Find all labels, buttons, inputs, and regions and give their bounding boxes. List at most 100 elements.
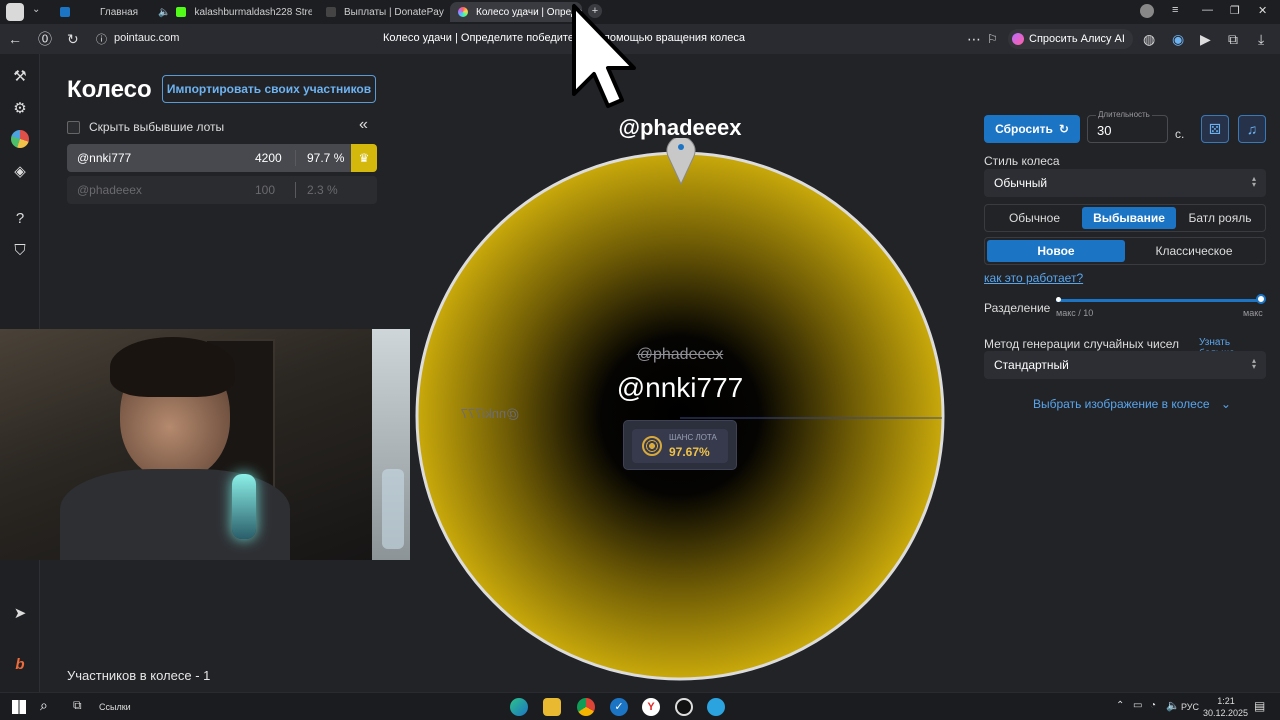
split-max-label: макс: [1243, 308, 1263, 318]
lot-name: @phadeeex: [77, 183, 142, 197]
collapse-panel-icon[interactable]: «: [359, 116, 368, 134]
center-current-name: @nnki777: [616, 372, 744, 403]
file-explorer-icon[interactable]: [543, 698, 561, 716]
tab-label: Главная: [100, 6, 139, 18]
dice-button[interactable]: ⚄: [1201, 115, 1229, 143]
tab-list-chevron-icon[interactable]: ⌄: [32, 4, 40, 15]
choose-image-toggle[interactable]: Выбрать изображение в колесе ⌄: [1033, 397, 1231, 411]
windows-start-icon[interactable]: [12, 700, 26, 714]
layers-icon[interactable]: ◈: [10, 162, 30, 182]
yandex-browser-icon[interactable]: Y: [642, 698, 660, 716]
volume-icon[interactable]: 🔈: [1166, 699, 1180, 712]
obs-icon[interactable]: [675, 698, 693, 716]
hide-eliminated-toggle[interactable]: Скрыть выбывшие лоты: [67, 120, 224, 134]
close-window-icon[interactable]: ✕: [1258, 4, 1267, 17]
variant-classic[interactable]: Классическое: [1125, 240, 1263, 262]
chrome-icon[interactable]: [577, 698, 595, 716]
tab-home[interactable]: Главная: [52, 2, 144, 22]
lot-name: @nnki777: [77, 151, 132, 165]
dice-icon: ⚄: [1208, 120, 1222, 137]
split-slider-start-dot: [1056, 297, 1061, 302]
tab-label: Выплаты | DonatePay: [344, 6, 444, 18]
minimize-icon[interactable]: —: [1202, 4, 1213, 16]
speaker-icon: 🔈: [158, 6, 171, 18]
telegram-taskbar-icon[interactable]: [707, 698, 725, 716]
notifications-icon[interactable]: ▤: [1254, 699, 1265, 713]
slice-label: @nnki777: [461, 406, 520, 421]
back-icon[interactable]: ←: [8, 31, 22, 47]
rng-label: Метод генерации случайных чисел: [984, 337, 1180, 351]
lot-row[interactable]: @nnki777 4200 97.7 % ♛: [67, 144, 377, 172]
mode-battle-royale[interactable]: Батл рояль: [1176, 207, 1264, 229]
more-icon[interactable]: ⋯: [967, 31, 981, 47]
yandex-protect-icon[interactable]: ⓪: [38, 31, 52, 47]
variant-new[interactable]: Новое: [987, 240, 1125, 262]
split-slider-knob[interactable]: [1256, 294, 1266, 304]
page-heading: Колесо: [67, 76, 152, 103]
tab-wheel[interactable]: Колесо удачи | Опреде: [450, 2, 582, 22]
tab-donatepay[interactable]: Выплаты | DonatePay: [318, 2, 446, 22]
language-indicator[interactable]: РУС: [1181, 702, 1199, 712]
mode-selector: Обычное Выбывание Батл рояль: [984, 204, 1266, 232]
check-app-icon[interactable]: ✓: [610, 698, 628, 716]
downloads-icon[interactable]: ⤓: [1258, 31, 1264, 47]
boosty-icon[interactable]: b: [10, 655, 30, 675]
divider: [295, 182, 296, 198]
auction-hammer-icon[interactable]: ⚒: [10, 67, 30, 87]
wheel-pie-icon[interactable]: [11, 130, 29, 148]
restore-icon[interactable]: ❐: [1230, 4, 1240, 17]
telegram-icon[interactable]: ➤: [10, 604, 30, 624]
fortune-wheel[interactable]: @nnki777: [414, 150, 946, 682]
search-icon[interactable]: ⌕: [40, 697, 48, 714]
music-button[interactable]: ♫: [1238, 115, 1266, 143]
network-icon[interactable]: ▭: [1133, 700, 1142, 711]
tab-search-icon[interactable]: ≡: [1172, 4, 1178, 16]
reload-icon[interactable]: ↻: [67, 31, 79, 47]
tray-chevron-icon[interactable]: ⌃: [1116, 700, 1124, 711]
variant-selector: Новое Классическое: [984, 237, 1266, 265]
hide-eliminated-checkbox[interactable]: [67, 120, 80, 134]
shield-icon[interactable]: ⛉: [10, 241, 30, 261]
how-it-works-link[interactable]: как это работает?: [984, 271, 1083, 285]
alice-icon: [1012, 33, 1024, 45]
duration-input[interactable]: Длительность 30: [1087, 110, 1168, 143]
rng-select[interactable]: Стандартный ▴ ▾: [984, 351, 1266, 379]
extension-icon[interactable]: ◉: [1172, 31, 1184, 47]
collections-icon[interactable]: ⧉: [1228, 31, 1238, 47]
mode-elimination[interactable]: Выбывание: [1082, 207, 1176, 229]
alice-label: Спросить Алису AI: [1029, 33, 1125, 45]
links-toolbar[interactable]: Ссылки: [99, 702, 131, 712]
hide-eliminated-label: Скрыть выбывшие лоты: [89, 120, 225, 134]
split-slider[interactable]: [1056, 299, 1262, 302]
webcam-bottle: [382, 469, 404, 549]
webcam-overlay: [0, 329, 410, 560]
mode-normal[interactable]: Обычное: [987, 207, 1082, 229]
url-field[interactable]: pointauc.com: [114, 32, 179, 44]
home-tab-icon: [60, 7, 70, 17]
translate-icon[interactable]: ◍: [1143, 31, 1155, 47]
task-view-icon[interactable]: ⧉: [73, 698, 82, 713]
edge-icon[interactable]: [510, 698, 528, 716]
import-participants-button[interactable]: Импортировать своих участников: [162, 75, 376, 103]
lot-row[interactable]: @phadeeex 100 2.3 %: [67, 176, 377, 204]
ask-alice-button[interactable]: Спросить Алису AI: [1008, 29, 1133, 49]
settings-gear-icon[interactable]: ⚙: [10, 99, 30, 119]
duration-label: Длительность: [1096, 110, 1152, 119]
wheel-style-select[interactable]: Обычный ▴ ▾: [984, 169, 1266, 197]
rng-value: Стандартный: [994, 358, 1069, 372]
wifi-icon[interactable]: ◔: [1150, 700, 1156, 711]
clock-time[interactable]: 1:21: [1214, 696, 1238, 706]
tab-kick-stream[interactable]: 🔈 kalashburmaldash228 Stre: [150, 2, 312, 22]
page-title: Колесо удачи | Определите победителей с …: [383, 32, 746, 44]
bookmark-icon[interactable]: ⚐: [987, 31, 998, 47]
help-icon[interactable]: ?: [10, 209, 30, 229]
site-info-icon[interactable]: ⓘ: [96, 32, 107, 48]
reset-button[interactable]: Сбросить ↻: [984, 115, 1080, 143]
duration-value: 30: [1097, 123, 1112, 138]
kick-tab-icon: [176, 7, 187, 17]
clock-date[interactable]: 30.12.2025: [1203, 708, 1248, 718]
profile-avatar[interactable]: [1140, 4, 1154, 18]
browser-menu-icon[interactable]: [6, 3, 24, 21]
media-icon[interactable]: ▶: [1200, 31, 1211, 47]
address-bar: ← ⓪ ↻ ⓘ pointauc.com Колесо удачи | Опре…: [0, 24, 1280, 54]
